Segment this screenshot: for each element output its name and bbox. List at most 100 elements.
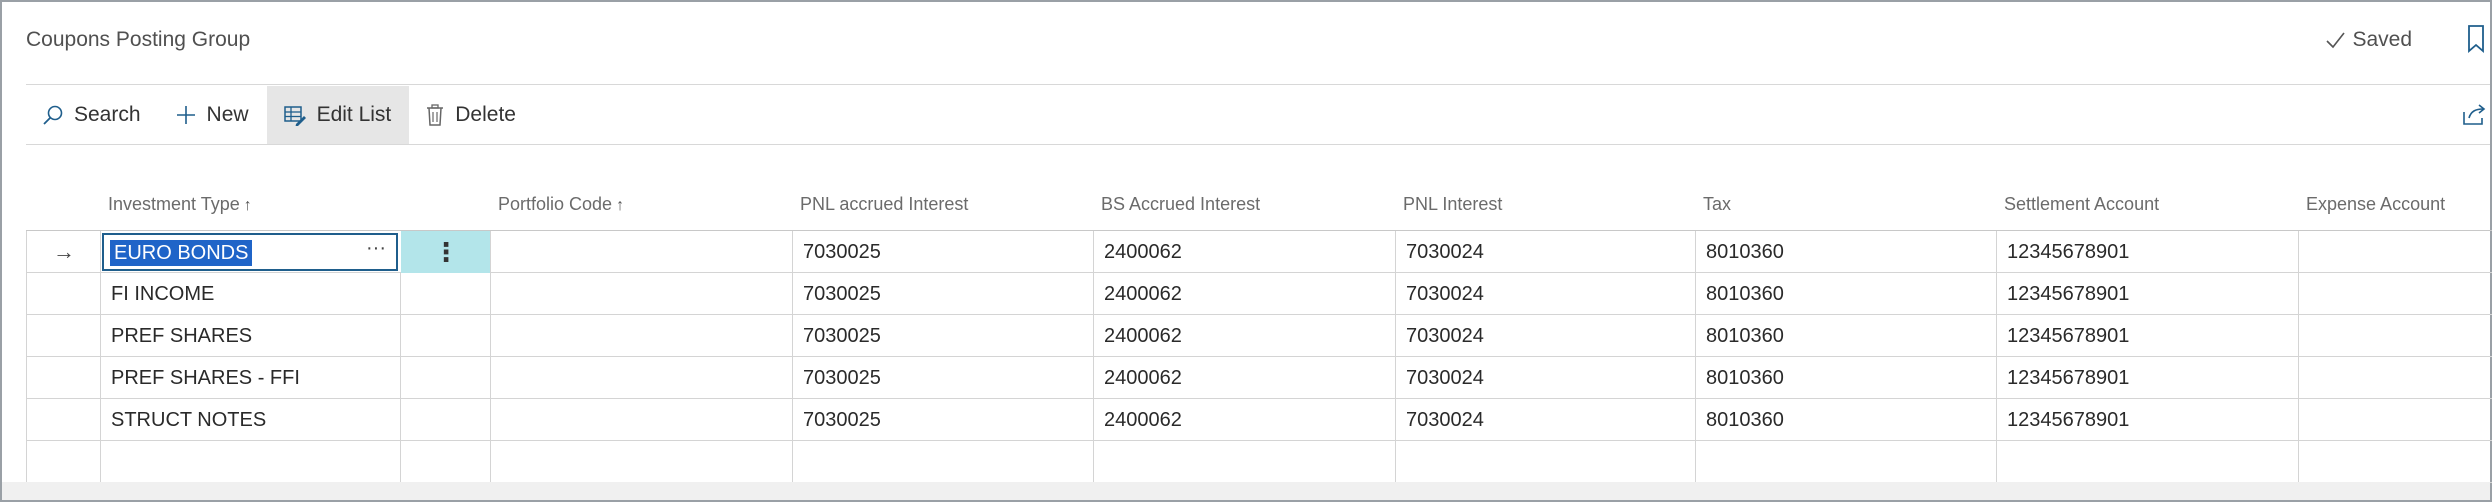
settlement-account-cell[interactable]: 12345678901 — [1996, 231, 2298, 273]
saved-label: Saved — [2352, 28, 2412, 51]
delete-button-label: Delete — [455, 103, 516, 126]
settlement-account-cell[interactable]: 12345678901 — [1996, 357, 2298, 399]
pnl-accrued-interest-cell[interactable]: 7030025 — [792, 399, 1093, 441]
portfolio-code-cell[interactable] — [490, 441, 792, 483]
search-icon — [43, 105, 63, 125]
trash-icon — [427, 104, 444, 126]
tax-cell[interactable]: 8010360 — [1695, 231, 1996, 273]
share-icon[interactable] — [2460, 100, 2488, 128]
plus-icon — [176, 106, 195, 124]
table-row[interactable]: PREF SHARES - FFI 7030025 2400062 703002… — [26, 357, 2492, 399]
row-menu-cell[interactable] — [400, 441, 490, 483]
tax-cell[interactable]: 8010360 — [1695, 357, 1996, 399]
edit-list-icon — [283, 106, 306, 126]
search-button-label: Search — [74, 103, 141, 126]
grid-header: Investment Type ↑ Portfolio Code ↑ PNL acc… — [26, 182, 2492, 230]
page-window: Coupons Posting Group Saved Search New E… — [0, 0, 2492, 502]
row-menu-cell[interactable] — [400, 357, 490, 399]
actionbar-divider — [26, 144, 2490, 145]
action-bar: Search New Edit List Delete — [26, 86, 2490, 144]
portfolio-code-cell[interactable] — [490, 273, 792, 315]
column-header-investment-type[interactable]: Investment Type ↑ — [108, 194, 252, 215]
portfolio-code-cell[interactable] — [490, 357, 792, 399]
posting-group-grid: Investment Type ↑ Portfolio Code ↑ PNL acc… — [26, 182, 2492, 483]
bs-accrued-interest-cell[interactable] — [1093, 441, 1395, 483]
tax-cell[interactable]: 8010360 — [1695, 399, 1996, 441]
table-row[interactable]: PREF SHARES 7030025 2400062 7030024 8010… — [26, 315, 2492, 357]
edit-list-button-label: Edit List — [316, 103, 392, 126]
investment-type-input[interactable]: EURO BONDS ··· — [102, 233, 398, 271]
delete-button[interactable]: Delete — [409, 86, 534, 144]
row-menu-cell[interactable] — [400, 273, 490, 315]
table-row[interactable]: STRUCT NOTES 7030025 2400062 7030024 801… — [26, 399, 2492, 441]
pnl-accrued-interest-cell[interactable]: 7030025 — [792, 357, 1093, 399]
expense-account-cell[interactable] — [2298, 273, 2492, 315]
edit-list-button[interactable]: Edit List — [266, 86, 410, 144]
pnl-interest-cell[interactable]: 7030024 — [1395, 357, 1695, 399]
investment-type-cell[interactable]: PREF SHARES - FFI — [100, 357, 400, 399]
pnl-interest-cell[interactable]: 7030024 — [1395, 399, 1695, 441]
investment-type-cell[interactable]: PREF SHARES — [100, 315, 400, 357]
header-divider — [26, 84, 2490, 85]
new-button-label: New — [206, 103, 249, 126]
page-title: Coupons Posting Group — [26, 28, 251, 51]
bs-accrued-interest-cell[interactable]: 2400062 — [1093, 399, 1395, 441]
tax-cell[interactable]: 8010360 — [1695, 315, 1996, 357]
portfolio-code-cell[interactable] — [490, 315, 792, 357]
column-header-portfolio-code[interactable]: Portfolio Code ↑ — [498, 194, 624, 215]
row-menu-button[interactable]: ⋮ — [401, 231, 491, 273]
row-indicator-cell — [26, 399, 100, 441]
bs-accrued-interest-cell[interactable]: 2400062 — [1093, 357, 1395, 399]
page-header: Coupons Posting Group Saved — [2, 2, 2490, 82]
settlement-account-cell[interactable]: 12345678901 — [1996, 273, 2298, 315]
pnl-accrued-interest-cell[interactable] — [792, 441, 1093, 483]
bs-accrued-interest-cell[interactable]: 2400062 — [1093, 273, 1395, 315]
table-row-empty[interactable] — [26, 441, 2492, 483]
investment-type-cell[interactable]: FI INCOME — [100, 273, 400, 315]
portfolio-code-cell[interactable] — [490, 231, 792, 273]
portfolio-code-cell[interactable] — [490, 399, 792, 441]
row-indicator-cell — [26, 441, 100, 483]
row-menu-cell[interactable] — [400, 315, 490, 357]
search-button[interactable]: Search — [26, 86, 159, 144]
new-button[interactable]: New — [159, 86, 267, 144]
table-row-selected[interactable]: → EURO BONDS ··· ⋮ 7030025 2400062 70300… — [26, 231, 2492, 273]
column-header-settlement-account[interactable]: Settlement Account — [2004, 194, 2159, 215]
investment-type-cell[interactable] — [100, 441, 400, 483]
pnl-interest-cell[interactable]: 7030024 — [1395, 273, 1695, 315]
expense-account-cell[interactable] — [2298, 315, 2492, 357]
lookup-button[interactable]: ··· — [366, 237, 386, 260]
expense-account-cell[interactable] — [2298, 231, 2492, 273]
investment-type-cell[interactable]: STRUCT NOTES — [100, 399, 400, 441]
expense-account-cell[interactable] — [2298, 399, 2492, 441]
column-header-expense-account[interactable]: Expense Account — [2306, 194, 2445, 215]
column-header-pnl-interest[interactable]: PNL Interest — [1403, 194, 1502, 215]
settlement-account-cell[interactable]: 12345678901 — [1996, 399, 2298, 441]
pnl-accrued-interest-cell[interactable]: 7030025 — [792, 273, 1093, 315]
column-header-bs-accrued-interest[interactable]: BS Accrued Interest — [1101, 194, 1260, 215]
checkmark-icon — [2326, 32, 2346, 49]
bs-accrued-interest-cell[interactable]: 2400062 — [1093, 231, 1395, 273]
expense-account-cell[interactable] — [2298, 357, 2492, 399]
pnl-interest-cell[interactable] — [1395, 441, 1695, 483]
column-header-tax[interactable]: Tax — [1703, 194, 1731, 215]
table-row[interactable]: FI INCOME 7030025 2400062 7030024 801036… — [26, 273, 2492, 315]
row-indicator-cell — [26, 357, 100, 399]
row-menu-cell[interactable] — [400, 399, 490, 441]
bs-accrued-interest-cell[interactable]: 2400062 — [1093, 315, 1395, 357]
settlement-account-cell[interactable]: 12345678901 — [1996, 315, 2298, 357]
settlement-account-cell[interactable] — [1996, 441, 2298, 483]
tax-cell[interactable] — [1695, 441, 1996, 483]
pnl-interest-cell[interactable]: 7030024 — [1395, 231, 1695, 273]
bookmark-icon[interactable] — [2466, 24, 2486, 54]
row-arrow-icon: → — [53, 239, 75, 264]
saved-status: Saved — [2324, 28, 2412, 52]
expense-account-cell[interactable] — [2298, 441, 2492, 483]
grid-rows: → EURO BONDS ··· ⋮ 7030025 2400062 70300… — [26, 230, 2492, 483]
pnl-interest-cell[interactable]: 7030024 — [1395, 315, 1695, 357]
column-header-pnl-accrued-interest[interactable]: PNL accrued Interest — [800, 194, 968, 215]
tax-cell[interactable]: 8010360 — [1695, 273, 1996, 315]
pnl-accrued-interest-cell[interactable]: 7030025 — [792, 231, 1093, 273]
row-indicator-cell — [26, 315, 100, 357]
pnl-accrued-interest-cell[interactable]: 7030025 — [792, 315, 1093, 357]
